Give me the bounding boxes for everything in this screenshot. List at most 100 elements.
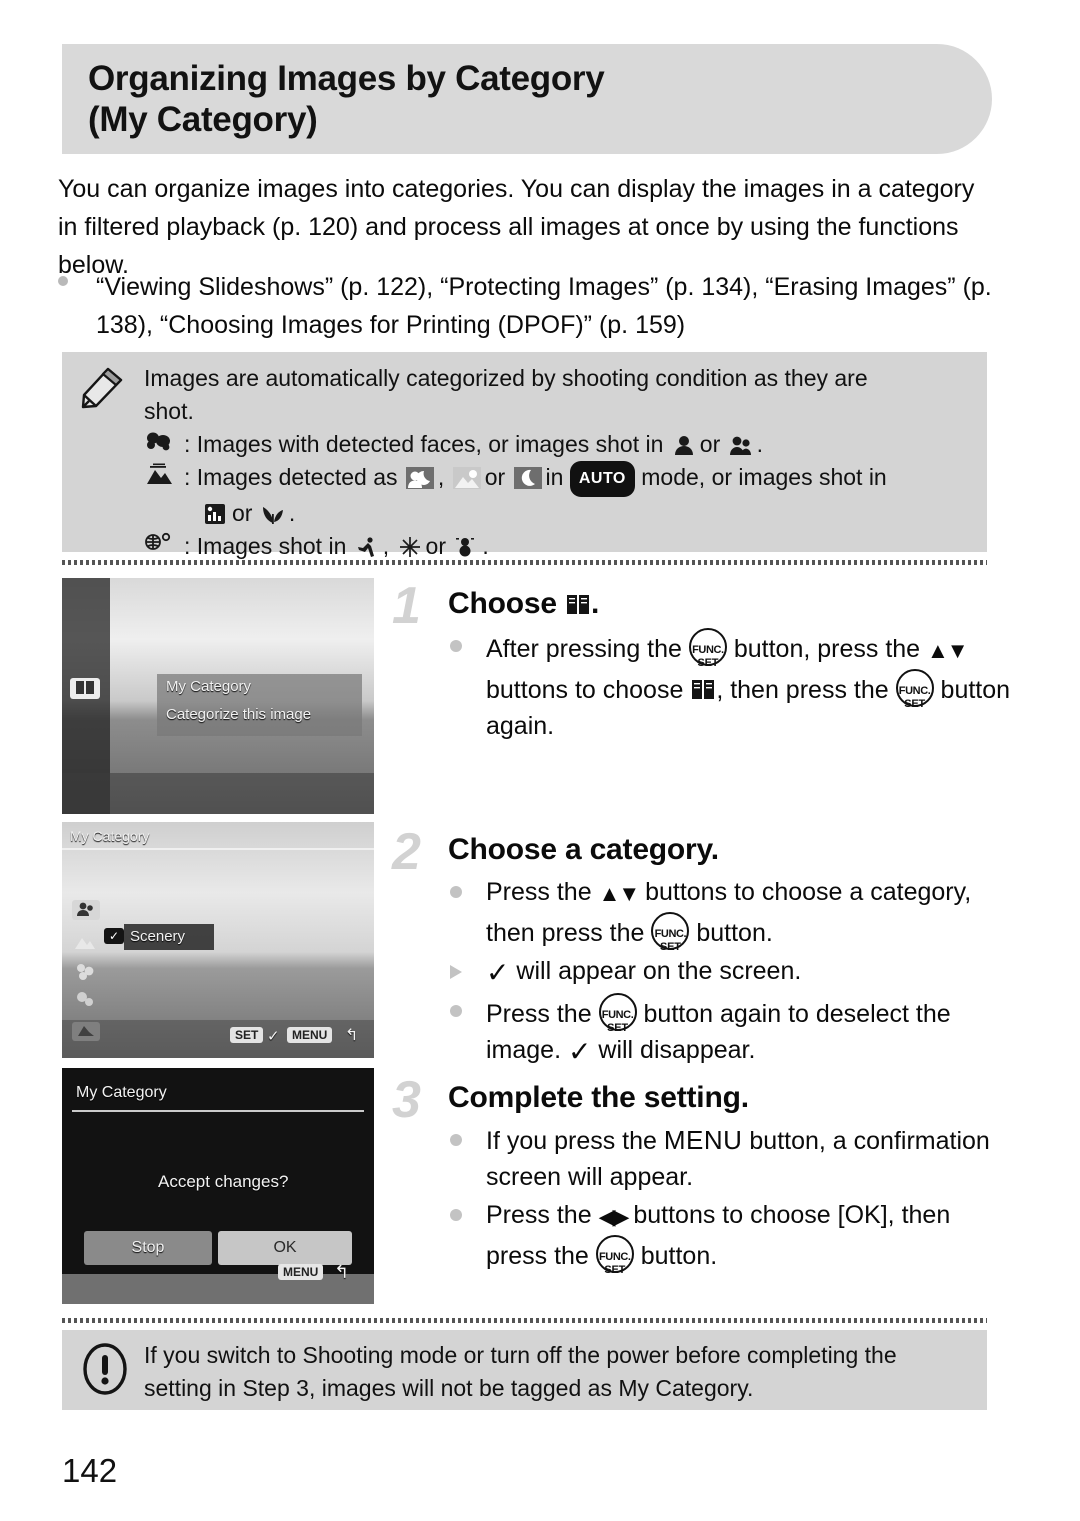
- note-row-people-text-b: or: [699, 431, 721, 457]
- step-2-bullet-2: ✓ will appear on the screen.: [448, 953, 1012, 991]
- bullet-triangle-icon: [450, 965, 462, 979]
- step-3-bullet-2: Press the ◀▶ buttons to choose [OK], the…: [448, 1197, 1012, 1276]
- manual-page: Organizing Images by Category (My Catego…: [0, 0, 1080, 1521]
- step-2: 2 Choose a category. Press the ▲▼ button…: [392, 826, 1012, 1072]
- step-2-bullet-1: Press the ▲▼ buttons to choose a categor…: [448, 874, 1012, 953]
- step-2-footer-menu: MENU: [287, 1027, 333, 1043]
- scene-detect-scenery-icon: [452, 465, 483, 489]
- selected-checkmark-badge: ✓: [104, 928, 125, 944]
- bullet-dot-icon: [58, 276, 68, 286]
- step-2-footer-return-icon: ↰: [345, 1027, 359, 1044]
- scene-detect-night-icon: [513, 465, 544, 489]
- step-1-screen-subtitle: Categorize this image: [166, 706, 312, 723]
- events-category-menu-icon: [74, 962, 96, 983]
- step-1-title-text: Choose: [448, 587, 557, 620]
- people-category-icon: [144, 428, 184, 461]
- note-row-scenery-text-a: : Images detected as: [184, 464, 398, 490]
- category-1-menu-icon: [74, 990, 96, 1011]
- func-set-button-icon: FUNC. SET: [595, 1235, 634, 1276]
- note-row-scenery-text-d: in: [545, 464, 564, 490]
- stop-button[interactable]: Stop: [84, 1231, 212, 1265]
- step-3-screenshot: My Category Accept changes? Stop OK MENU…: [62, 1068, 374, 1304]
- step-2-bullets: Press the ▲▼ buttons to choose a categor…: [448, 874, 1012, 1070]
- intro-text: You can organize images into categories.…: [58, 175, 975, 279]
- page-title: Organizing Images by Category (My Catego…: [88, 58, 605, 140]
- note-row-scenery-text-b: ,: [437, 464, 445, 490]
- note-row-scenery-cont-text-b: .: [288, 500, 296, 526]
- step-2-footer-check: ✓: [267, 1028, 280, 1045]
- checkmark-icon: ✓: [486, 957, 510, 988]
- up-down-buttons-icon: ▲▼: [598, 881, 641, 906]
- warning-text: If you switch to Shooting mode or turn o…: [144, 1339, 973, 1405]
- func-set-button-icon: FUNC. SET: [688, 628, 727, 669]
- note-row-scenery: : Images detected as , or in AUTO mode, …: [144, 461, 973, 497]
- step-3-title: Complete the setting.: [448, 1081, 749, 1114]
- func-set-button-icon: FUNC. SET: [895, 669, 934, 710]
- step-3-bullets: If you press the MENU button, a confirma…: [448, 1122, 1012, 1276]
- menu-button-word: MENU: [663, 1125, 743, 1155]
- my-category-book-icon: [565, 588, 591, 614]
- step-1-bullets: After pressing the FUNC. SET button, pres…: [448, 628, 1012, 744]
- foliage-mode-icon: [261, 501, 287, 524]
- scenery-category-icon: [144, 461, 184, 494]
- step-1-title: Choose .: [448, 584, 1012, 624]
- bullet-dot-icon: [450, 1134, 462, 1146]
- kids-pets-mode-icon: [729, 432, 755, 455]
- note-row-scenery-cont: or .: [144, 497, 973, 530]
- step-3-number: 3: [392, 1071, 421, 1129]
- note-row-scenery-cont-text-a: or: [232, 500, 253, 526]
- step-3-screen-title: My Category: [76, 1084, 167, 1101]
- step-2-title: Choose a category.: [448, 833, 719, 866]
- step-3-footer-return-icon: ↰: [334, 1262, 350, 1282]
- note-row-people: : Images with detected faces, or images …: [144, 428, 973, 461]
- note-row-events-text-b: ,: [382, 533, 390, 559]
- step-1-screen-title: My Category: [166, 678, 252, 695]
- step-1-bullet-1: After pressing the FUNC. SET button, pres…: [448, 628, 1012, 744]
- step-1: 1 Choose . After pressing the FUNC. SET b…: [392, 580, 1012, 746]
- warning-line-2: setting in Step 3, images will not be ta…: [144, 1375, 754, 1401]
- page-title-line2: (My Category): [88, 100, 318, 139]
- step-3-prompt: Accept changes?: [158, 1172, 289, 1191]
- page-title-line1: Organizing Images by Category: [88, 59, 605, 98]
- people-category-menu-icon: [72, 900, 100, 920]
- note-separator-bottom: [62, 1318, 987, 1323]
- page-title-banner: Organizing Images by Category (My Catego…: [62, 44, 992, 154]
- step-1-title-suffix: .: [590, 587, 600, 620]
- step-3: 3 Complete the setting. If you press the…: [392, 1074, 1012, 1276]
- note-row-events-text-d: .: [482, 533, 489, 559]
- sports-mode-icon: [355, 534, 381, 557]
- fireworks-mode-icon: [398, 534, 424, 557]
- step-2-number: 2: [392, 823, 421, 881]
- checkmark-icon: ✓: [567, 1036, 592, 1067]
- func-set-button-icon: FUNC. SET: [651, 912, 690, 953]
- intro-bullet-text: “Viewing Slideshows” (p. 122), “Protecti…: [96, 273, 992, 339]
- portrait-mode-icon: [672, 432, 698, 455]
- note-text: Images are automatically categorized by …: [144, 362, 973, 563]
- note-separator-top: [62, 560, 987, 565]
- my-category-book-icon: [690, 676, 716, 702]
- note-row-people-text-c: .: [756, 431, 764, 457]
- step-3-bullet-1: If you press the MENU button, a confirma…: [448, 1122, 1012, 1195]
- warning-line-1: If you switch to Shooting mode or turn o…: [144, 1342, 897, 1368]
- step-2-screen-title: My Category: [70, 828, 150, 844]
- bullet-dot-icon: [450, 1005, 462, 1017]
- note-row-scenery-text-c: or: [484, 464, 506, 490]
- auto-mode-badge: AUTO: [569, 461, 635, 497]
- exclamation-icon: [83, 1343, 127, 1395]
- intro-paragraph: You can organize images into categories.…: [58, 170, 998, 284]
- step-1-number: 1: [392, 577, 421, 635]
- ok-button[interactable]: OK: [218, 1231, 352, 1265]
- note-row-events-text-c: or: [425, 533, 446, 559]
- scenery-category-menu-icon: [74, 934, 96, 953]
- step-2-footer-set: SET: [230, 1027, 264, 1043]
- scene-detect-portrait-icon: [405, 465, 436, 489]
- bullet-dot-icon: [450, 640, 462, 652]
- my-category-menu-icon: [70, 678, 100, 699]
- step-3-footer-menu: MENU: [278, 1264, 324, 1280]
- step-2-selected-category: Scenery: [130, 928, 186, 945]
- note-row-events-text-a: : Images shot in: [184, 533, 347, 559]
- step-2-bullet-3: Press the FUNC. SET button again to desel…: [448, 993, 1012, 1070]
- step-1-screenshot: My Category Categorize this image: [62, 578, 374, 814]
- note-row-scenery-text-e: mode, or images shot in: [641, 464, 887, 490]
- pencil-icon: [81, 367, 123, 409]
